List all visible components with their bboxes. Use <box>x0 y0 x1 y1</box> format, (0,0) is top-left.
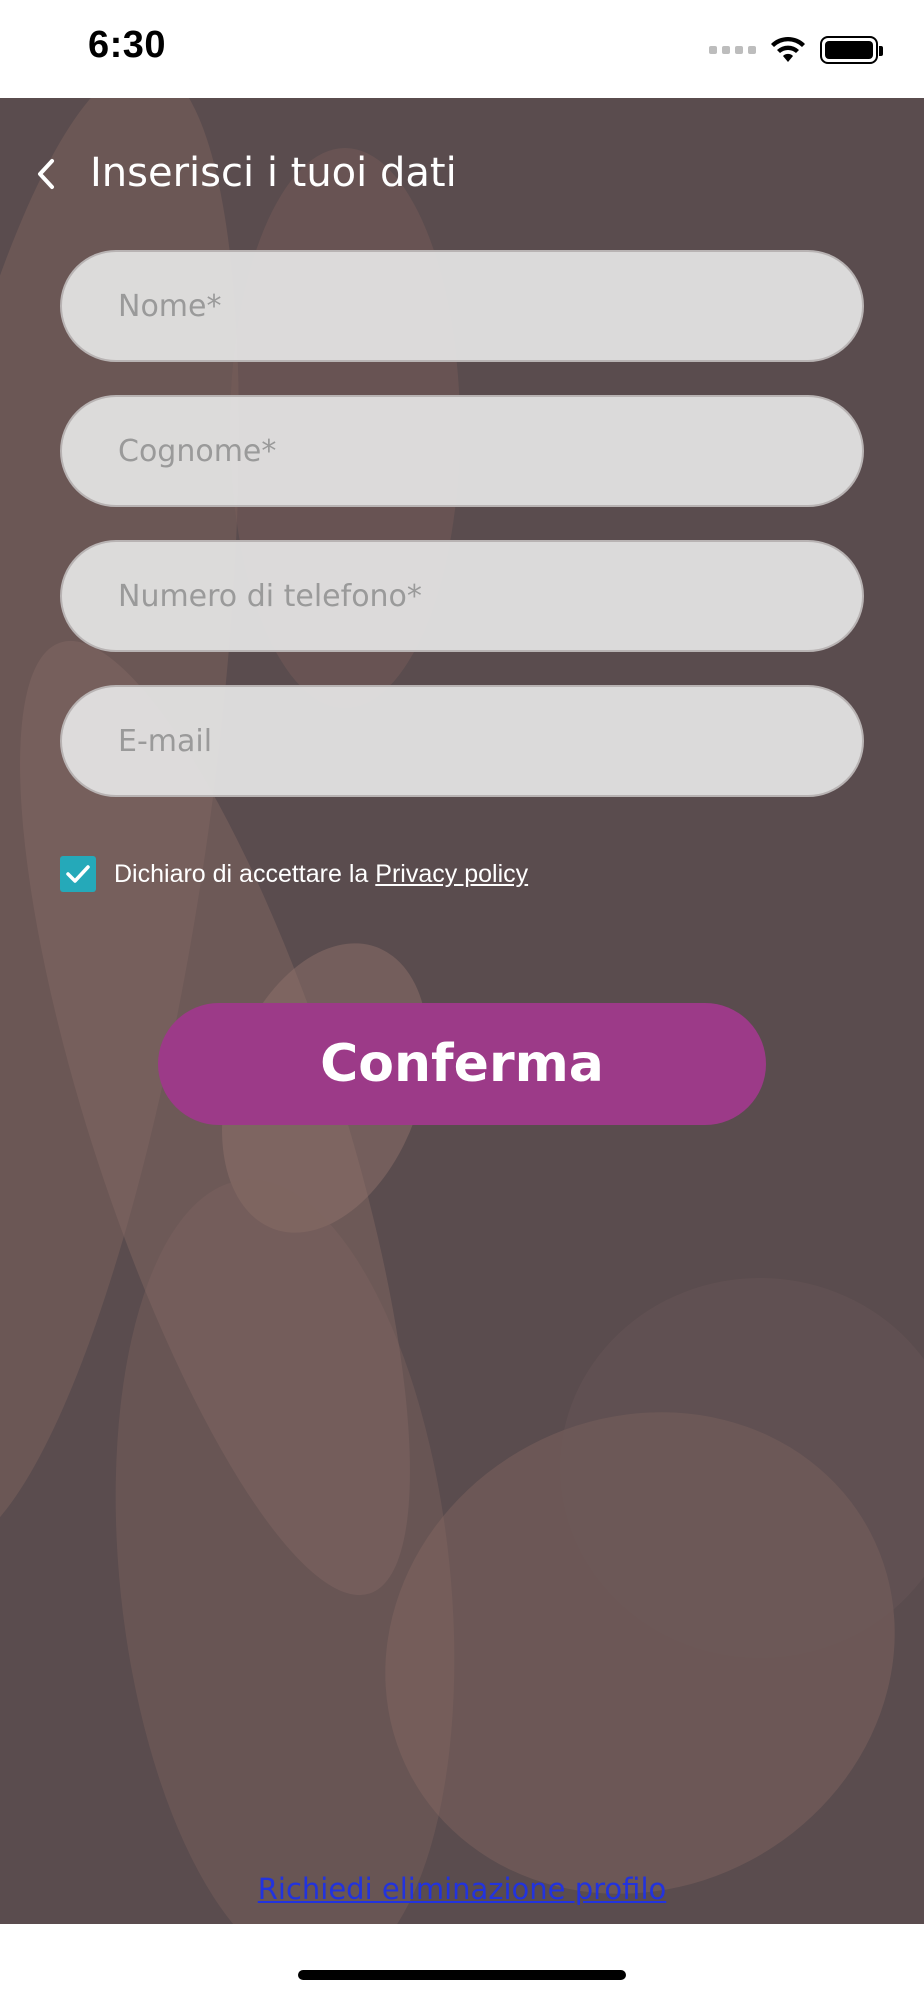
confirm-button[interactable]: Conferma <box>158 1003 766 1125</box>
status-time: 6:30 <box>88 24 167 66</box>
first-name-field[interactable] <box>60 250 864 362</box>
email-field[interactable] <box>60 685 864 797</box>
home-indicator <box>298 1970 626 1980</box>
privacy-consent-row: Dichiaro di accettare la Privacy policy <box>60 856 528 892</box>
wifi-icon <box>771 36 805 62</box>
delete-profile-link[interactable]: Richiedi eliminazione profilo <box>0 1872 924 1906</box>
battery-icon <box>820 36 883 64</box>
email-input[interactable] <box>118 723 862 759</box>
privacy-policy-link[interactable]: Privacy policy <box>375 860 528 889</box>
phone-input[interactable] <box>118 578 862 614</box>
screen: 6:30 Inserisci i tuoi dati Nome* Cognome… <box>0 0 924 2000</box>
first-name-input[interactable] <box>118 288 862 324</box>
status-bar: 6:30 <box>0 0 924 98</box>
last-name-input[interactable] <box>118 433 862 469</box>
checkmark-icon <box>66 865 90 883</box>
background-photo: Inserisci i tuoi dati Dichiaro di accett… <box>0 98 924 1924</box>
consent-label: Dichiaro di accettare la <box>114 859 369 888</box>
last-name-field[interactable] <box>60 395 864 507</box>
signal-icon <box>709 46 756 54</box>
page-title: Inserisci i tuoi dati <box>90 150 457 196</box>
chevron-left-icon <box>38 159 54 189</box>
back-button[interactable] <box>28 156 64 192</box>
phone-field[interactable] <box>60 540 864 652</box>
status-icons <box>709 34 883 66</box>
privacy-checkbox[interactable] <box>60 856 96 892</box>
